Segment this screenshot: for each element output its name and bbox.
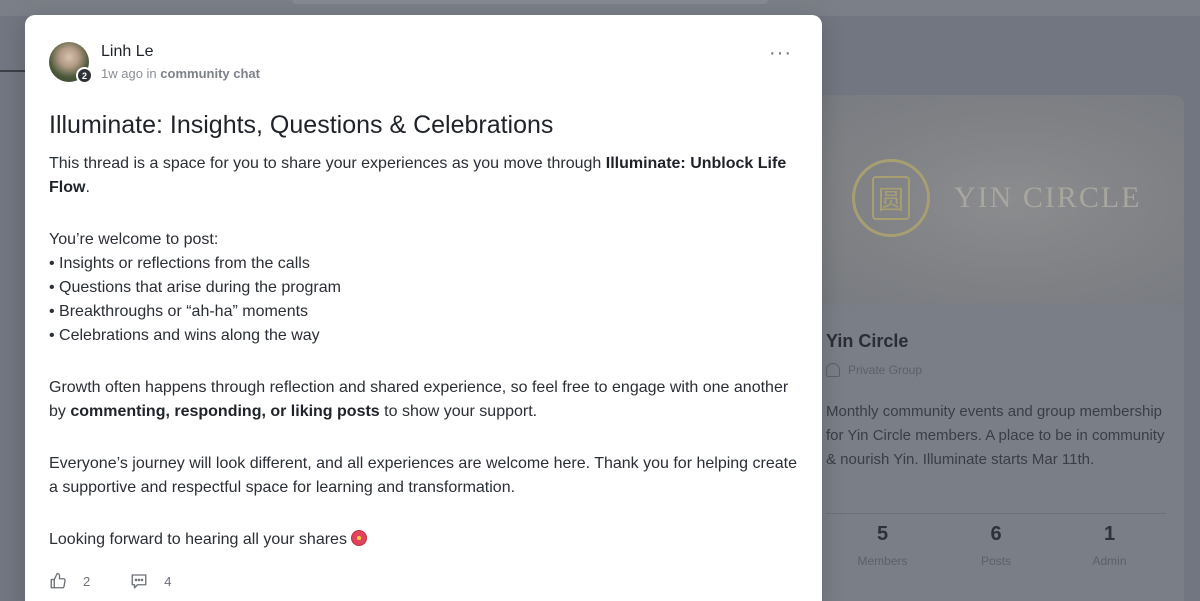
- post-time: 1w ago: [101, 66, 143, 81]
- growth-paragraph: Growth often happens through reflection …: [49, 376, 801, 424]
- stat-label: Members: [857, 554, 908, 568]
- group-divider: [826, 513, 1166, 514]
- ellipsis-icon: ···: [769, 42, 792, 64]
- group-stat-admin: 1 Admin: [1053, 523, 1166, 568]
- group-stat-members: 5 Members: [826, 523, 939, 568]
- group-banner: 圆 YIN CIRCLE: [800, 95, 1184, 305]
- comment-count: 4: [164, 573, 172, 589]
- stat-value: 1: [1103, 523, 1116, 545]
- comment-button[interactable]: 4: [130, 572, 171, 590]
- list-item: • Questions that arise during the progra…: [49, 279, 341, 296]
- post-title: Illuminate: Insights, Questions & Celebr…: [49, 111, 554, 139]
- group-privacy: Private Group: [826, 363, 922, 377]
- more-options-button[interactable]: ···: [769, 43, 792, 63]
- thumbs-up-icon: [50, 572, 66, 589]
- like-button[interactable]: 2: [49, 572, 90, 590]
- intro-paragraph: This thread is a space for you to share …: [49, 152, 801, 200]
- like-count: 2: [83, 573, 91, 589]
- group-stat-posts: 6 Posts: [940, 523, 1053, 568]
- post-body: This thread is a space for you to share …: [49, 152, 801, 552]
- group-description: Monthly community events and group membe…: [826, 403, 1165, 468]
- post-footer: 2 4: [49, 572, 171, 590]
- list-item: • Breakthroughs or “ah-ha” moments: [49, 303, 309, 320]
- group-name: Yin Circle: [826, 331, 909, 351]
- author-name[interactable]: Linh Le: [101, 42, 260, 62]
- intro-end: .: [85, 179, 90, 196]
- welcome-line: You’re welcome to post:: [49, 231, 219, 248]
- stat-value: 5: [876, 523, 889, 545]
- journey-paragraph: Everyone’s journey will look different, …: [49, 455, 797, 496]
- closing-paragraph: Looking forward to hearing all your shar…: [49, 528, 801, 552]
- growth-bold: commenting, responding, or liking posts: [70, 403, 380, 420]
- bullet-list: You’re welcome to post: • Insights or re…: [49, 228, 801, 348]
- closing-text: Looking forward to hearing all your shar…: [49, 531, 347, 548]
- background-search-bar: [292, 0, 768, 4]
- comment-icon: [131, 574, 147, 589]
- intro-text: This thread is a space for you to share …: [49, 155, 606, 172]
- hibiscus-icon: [351, 530, 368, 546]
- post-in-label: in: [146, 66, 157, 81]
- growth-end: to show your support.: [379, 403, 538, 420]
- group-banner-text: YIN CIRCLE: [954, 181, 1142, 214]
- list-item: • Insights or reflections from the calls: [49, 255, 310, 272]
- post-meta: Linh Le 1w ago in community chat: [101, 42, 260, 82]
- group-privacy-label: Private Group: [848, 363, 923, 377]
- stat-label: Posts: [980, 554, 1011, 568]
- post-modal: 2 Linh Le 1w ago in community chat ··· I…: [25, 15, 822, 601]
- lock-icon: [826, 363, 840, 377]
- avatar-level-badge: 2: [76, 67, 93, 84]
- avatar[interactable]: 2: [49, 42, 93, 84]
- post-header: 2 Linh Le 1w ago in community chat: [49, 42, 260, 84]
- stat-value: 6: [990, 523, 1002, 545]
- list-item: • Celebrations and wins along the way: [49, 327, 320, 344]
- stat-label: Admin: [1092, 554, 1127, 568]
- group-card: 圆 YIN CIRCLE Yin Circle Private Group Mo…: [800, 95, 1184, 601]
- group-stats: 5 Members 6 Posts 1 Admin: [826, 523, 1166, 568]
- space-link[interactable]: community chat: [160, 66, 260, 81]
- group-logo-icon: 圆: [852, 159, 930, 237]
- post-subline: 1w ago in community chat: [101, 66, 260, 81]
